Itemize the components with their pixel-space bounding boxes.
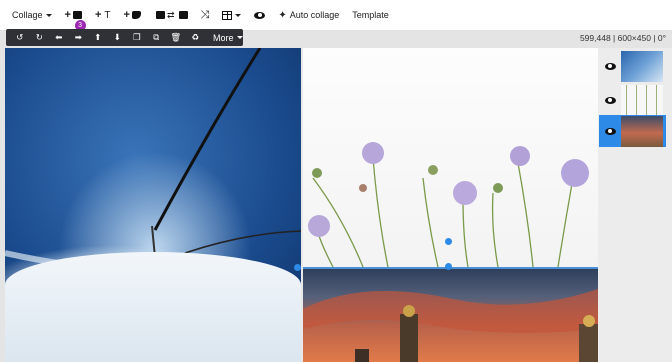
- layer-item-flowers[interactable]: [599, 84, 666, 116]
- selection-toolbar: ↺ ↻ ⬅ ➡ ⬆ ⬇ ❐ ⧉ 🗑 ♻ More: [6, 29, 243, 46]
- chevron-down-icon: [45, 13, 52, 17]
- collage-editor: Collage + 3 + T + ⇄ ⤨ ✦ Auto collage Tem…: [0, 0, 672, 362]
- collage-cell-flowers[interactable]: [303, 48, 598, 267]
- eye-icon: [254, 11, 266, 19]
- collage-dropdown[interactable]: Collage: [8, 4, 56, 26]
- delete-icon[interactable]: 🗑: [166, 29, 186, 46]
- swap-icon: ⇄: [166, 9, 175, 20]
- collage-cell-ski-lift[interactable]: [5, 48, 301, 362]
- magic-wand-icon: ✦: [278, 9, 287, 21]
- add-text-button[interactable]: + T: [91, 4, 115, 26]
- grid-icon: [222, 10, 233, 20]
- paris-bridge-photo: [303, 289, 598, 362]
- layer-item-paris-bridge[interactable]: [599, 115, 666, 147]
- swap-images-button[interactable]: ⇄: [150, 4, 192, 26]
- image-icon: [178, 11, 188, 19]
- arrow-left-icon[interactable]: ⬅: [49, 29, 69, 46]
- preview-button[interactable]: [250, 4, 269, 26]
- arrow-up-icon[interactable]: ⬆: [88, 29, 108, 46]
- plus-icon: +: [64, 8, 71, 21]
- plus-icon: +: [94, 8, 102, 21]
- template-button[interactable]: Template: [348, 4, 393, 26]
- grid-dropdown[interactable]: [218, 4, 245, 26]
- auto-collage-label: Auto collage: [289, 10, 340, 20]
- bring-front-icon[interactable]: ❐: [127, 29, 147, 46]
- collage-canvas[interactable]: [5, 48, 598, 362]
- eye-icon[interactable]: [604, 62, 616, 70]
- arrow-down-icon[interactable]: ⬇: [108, 29, 128, 46]
- eye-icon[interactable]: [604, 96, 616, 104]
- main-toolbar: Collage + 3 + T + ⇄ ⤨ ✦ Auto collage Tem…: [0, 0, 672, 31]
- text-icon: T: [104, 9, 111, 21]
- shuffle-icon: ⤨: [200, 8, 210, 21]
- chevron-down-icon: [236, 36, 243, 39]
- sticker-icon: [131, 11, 141, 19]
- auto-collage-button[interactable]: ✦ Auto collage: [274, 4, 343, 26]
- recycle-icon[interactable]: ♻: [186, 29, 206, 46]
- status-readout: 599,448 | 600×450 | 0°: [579, 33, 666, 43]
- image-icon: [155, 11, 165, 19]
- add-sticker-button[interactable]: +: [120, 4, 145, 26]
- shuffle-button[interactable]: ⤨: [197, 4, 214, 26]
- vertical-divider[interactable]: [301, 48, 303, 362]
- more-dropdown[interactable]: More: [213, 33, 243, 43]
- add-image-button[interactable]: + 3: [61, 4, 86, 31]
- image-icon: [72, 11, 82, 19]
- more-label: More: [213, 32, 234, 43]
- snow-slope: [5, 252, 301, 362]
- layer-thumbnail: [621, 84, 663, 116]
- plus-icon: +: [123, 8, 130, 21]
- flowers-photo: [308, 142, 589, 267]
- layer-thumbnail: [621, 50, 663, 82]
- resize-handle[interactable]: [294, 264, 301, 271]
- resize-handle[interactable]: [445, 263, 452, 270]
- layer-item-ski-lift[interactable]: [599, 50, 666, 82]
- layers-panel: [598, 48, 672, 362]
- chevron-down-icon: [235, 13, 242, 17]
- rotate-right-icon[interactable]: ↻: [30, 29, 50, 46]
- arrow-right-icon[interactable]: ➡: [69, 29, 89, 46]
- layer-thumbnail: [621, 115, 663, 147]
- collage-label: Collage: [12, 10, 43, 20]
- rotate-left-icon[interactable]: ↺: [10, 29, 30, 46]
- eye-icon[interactable]: [604, 127, 616, 135]
- send-back-icon[interactable]: ⧉: [147, 29, 167, 46]
- resize-handle[interactable]: [445, 238, 452, 245]
- template-label: Template: [352, 10, 389, 20]
- collage-cell-paris-bridge[interactable]: [303, 269, 598, 362]
